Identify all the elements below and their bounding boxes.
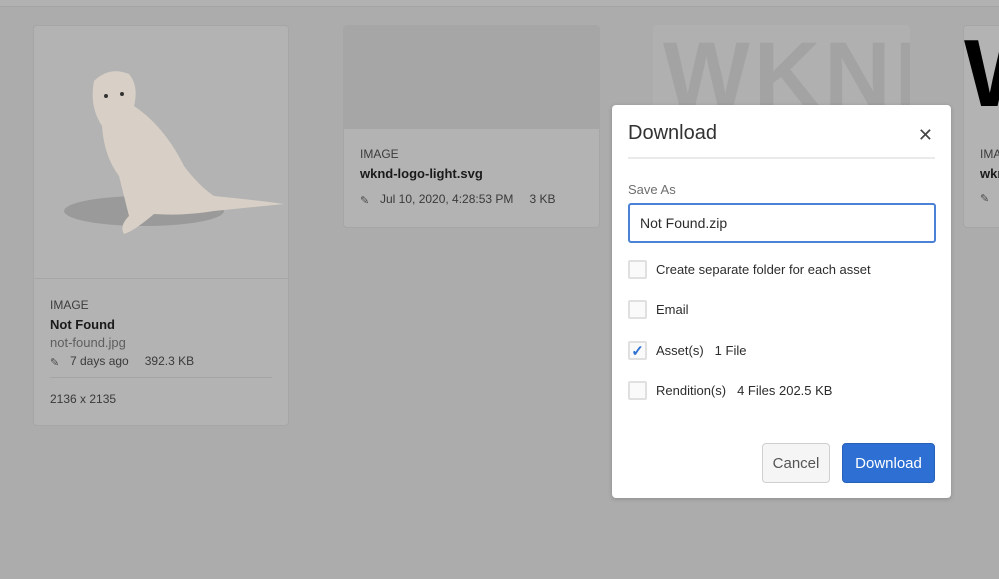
pencil-icon: ✎ <box>360 195 370 207</box>
checkmark-icon[interactable]: ✓ <box>628 341 647 360</box>
checkbox[interactable] <box>628 381 647 400</box>
asset-type: IMA <box>980 147 999 161</box>
asset-size: 392.3 KB <box>144 354 195 368</box>
asset-title: wkn <box>980 166 999 181</box>
cancel-button[interactable]: Cancel <box>762 443 830 483</box>
asset-dimensions: 2136 x 2135 <box>50 392 117 406</box>
asset-card-wknd-logo-light[interactable]: IMAGE wknd-logo-light.svg ✎ Jul 10, 2020,… <box>343 25 600 228</box>
pencil-icon: ✎ <box>50 357 60 369</box>
save-as-label: Save As <box>628 182 676 197</box>
asset-card-wknd-dark[interactable]: W IMA wkn ✎ <box>963 25 999 228</box>
checkbox-assets[interactable]: ✓ Asset(s) 1 File <box>628 341 746 360</box>
pencil-icon: ✎ <box>980 193 990 205</box>
download-button[interactable]: Download <box>842 443 935 483</box>
download-dialog: Download ✕ Save As Create separate folde… <box>612 105 951 498</box>
checkbox-separate-folder[interactable]: Create separate folder for each asset <box>628 260 871 279</box>
renditions-count: 4 Files 202.5 KB <box>737 383 833 398</box>
wknd-dark-thumbnail: W <box>964 26 999 129</box>
close-icon[interactable]: ✕ <box>918 125 933 146</box>
checkbox-label: Create separate folder for each asset <box>656 262 871 277</box>
asset-type: IMAGE <box>360 147 399 161</box>
asset-type: IMAGE <box>50 298 89 312</box>
asset-card-not-found[interactable]: IMAGE Not Found not-found.jpg ✎ 7 days ag… <box>33 25 289 426</box>
assets-count: 1 File <box>714 343 747 358</box>
checkbox[interactable] <box>628 260 647 279</box>
checkbox-label: Email <box>656 302 689 317</box>
divider <box>50 377 272 378</box>
asset-filename: not-found.jpg <box>50 335 126 350</box>
asset-thumbnail <box>344 26 599 129</box>
asset-modified: Jul 10, 2020, 4:28:53 PM <box>380 192 514 206</box>
save-as-input[interactable] <box>628 203 936 243</box>
divider <box>628 157 935 159</box>
checkbox-label: Asset(s) <box>656 343 704 358</box>
asset-title: Not Found <box>50 317 115 332</box>
checkbox-email[interactable]: Email <box>628 300 689 319</box>
checkbox[interactable] <box>628 300 647 319</box>
dog-thumbnail <box>34 26 288 279</box>
asset-size: 3 KB <box>529 192 556 206</box>
dialog-title: Download <box>628 122 717 144</box>
asset-title: wknd-logo-light.svg <box>360 166 483 181</box>
asset-modified: 7 days ago <box>70 354 129 368</box>
checkbox-renditions[interactable]: Rendition(s) 4 Files 202.5 KB <box>628 381 832 400</box>
top-bar <box>0 0 999 7</box>
checkbox-label: Rendition(s) <box>656 383 727 398</box>
